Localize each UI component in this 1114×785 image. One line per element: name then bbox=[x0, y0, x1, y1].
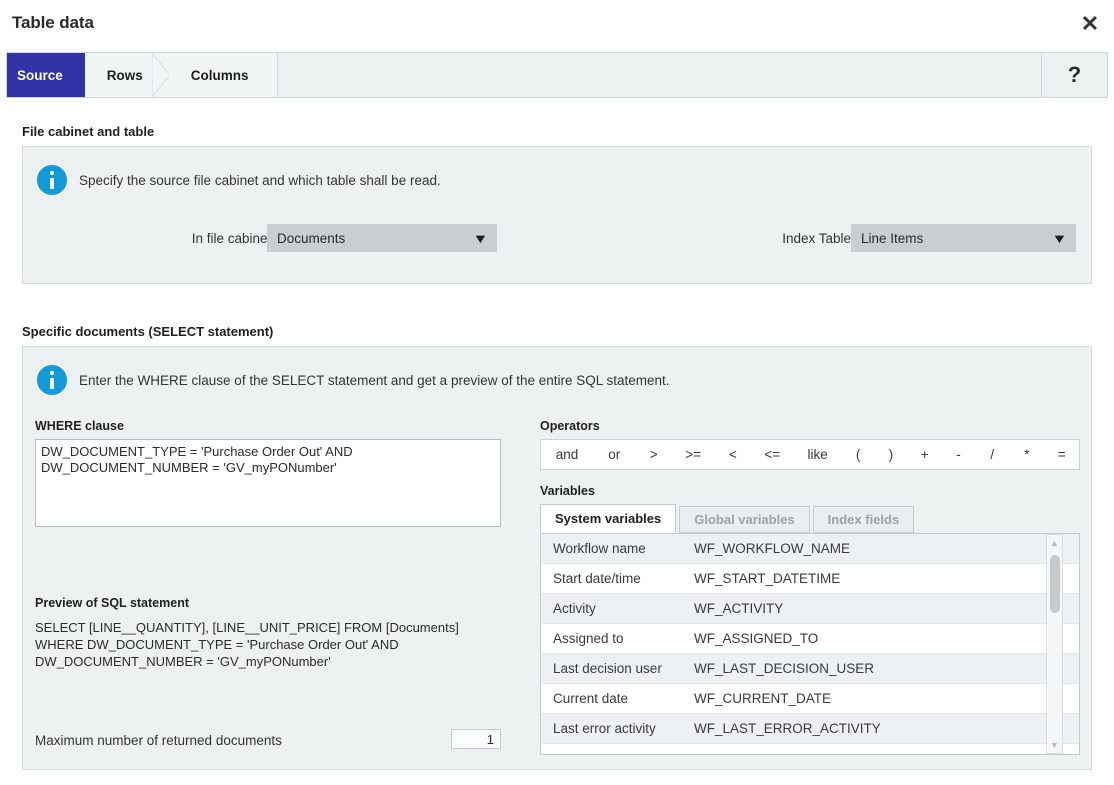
max-documents-input[interactable]: 1 bbox=[451, 729, 501, 749]
where-clause-input[interactable]: DW_DOCUMENT_TYPE = 'Purchase Order Out' … bbox=[35, 439, 501, 527]
file-cabinet-section-heading: File cabinet and table bbox=[22, 124, 155, 139]
chevron-down-icon: ▼ bbox=[1051, 230, 1068, 246]
tab-columns-label: Columns bbox=[190, 67, 249, 83]
operator-button-like[interactable]: like bbox=[794, 447, 842, 462]
variables-table-row[interactable]: Workflow name WF_WORKFLOW_NAME bbox=[541, 534, 1079, 564]
file-cabinet-label: In file cabinet: bbox=[191, 231, 275, 246]
index-table-select-value: Line Items bbox=[861, 230, 924, 246]
operator-button-[interactable]: <= bbox=[751, 447, 793, 462]
variables-label: Variables bbox=[540, 484, 595, 498]
operator-button-or[interactable]: or bbox=[593, 447, 635, 462]
specific-documents-section-heading: Specific documents (SELECT statement) bbox=[22, 324, 274, 339]
variables-table-row[interactable]: Assigned to WF_ASSIGNED_TO bbox=[541, 624, 1079, 654]
operator-button-[interactable]: * bbox=[1010, 447, 1045, 462]
tab-rows[interactable]: Rows bbox=[84, 53, 170, 97]
variable-name: Workflow name bbox=[553, 541, 646, 556]
wizard-tabs: Source Rows Columns bbox=[7, 53, 277, 97]
specific-documents-info-text: Enter the WHERE clause of the SELECT sta… bbox=[79, 373, 670, 388]
file-cabinet-info-text: Specify the source file cabinet and whic… bbox=[79, 173, 441, 188]
variable-name: Last error activity bbox=[553, 721, 656, 736]
variable-code: WF_ACTIVITY bbox=[694, 601, 784, 616]
max-documents-label: Maximum number of returned documents bbox=[35, 733, 282, 748]
tab-source[interactable]: Source bbox=[7, 53, 86, 97]
where-clause-label: WHERE clause bbox=[35, 419, 124, 433]
info-icon-dot bbox=[50, 171, 54, 175]
window-titlebar: Table data ✕ bbox=[0, 0, 1114, 48]
info-icon-stem bbox=[50, 178, 54, 189]
preview-sql-text: SELECT [LINE__QUANTITY], [LINE__UNIT_PRI… bbox=[35, 620, 459, 669]
file-cabinet-select-value: Documents bbox=[277, 230, 346, 246]
file-cabinet-select[interactable]: Documents ▼ bbox=[267, 224, 497, 252]
tab-rows-label: Rows bbox=[106, 67, 143, 83]
chevron-right-icon bbox=[151, 53, 170, 97]
variable-code: WF_LAST_ERROR_ACTIVITY bbox=[694, 721, 881, 736]
close-icon[interactable]: ✕ bbox=[1076, 10, 1104, 38]
tab-columns[interactable]: Columns bbox=[168, 53, 277, 97]
variables-table-row[interactable]: Current date WF_CURRENT_DATE bbox=[541, 684, 1079, 714]
variables-tab-index-fields[interactable]: Index fields bbox=[812, 506, 915, 533]
variable-name: Assigned to bbox=[553, 631, 624, 646]
variable-code: WF_LAST_DECISION_USER bbox=[694, 661, 875, 676]
variable-name: Current date bbox=[553, 691, 629, 706]
operator-button-[interactable]: ( bbox=[842, 447, 875, 462]
info-icon-stem bbox=[50, 378, 54, 389]
operator-button-and[interactable]: and bbox=[541, 447, 593, 462]
variables-scrollbar[interactable]: ▲ ▼ bbox=[1046, 534, 1063, 754]
variables-table: Workflow name WF_WORKFLOW_NAME Start date/… bbox=[540, 533, 1080, 755]
variable-code: WF_ASSIGNED_TO bbox=[694, 631, 819, 646]
info-icon bbox=[37, 365, 67, 395]
variables-table-row[interactable]: Start date/time WF_START_DATETIME bbox=[541, 564, 1079, 594]
tabstrip-filler bbox=[276, 53, 1041, 97]
operator-button-[interactable]: - bbox=[942, 447, 975, 462]
variables-table-row[interactable]: Last error activity WF_LAST_ERROR_ACTIVIT… bbox=[541, 714, 1079, 744]
chevron-down-icon: ▼ bbox=[472, 230, 489, 246]
variable-code: WF_WORKFLOW_NAME bbox=[694, 541, 851, 556]
operator-button-[interactable]: / bbox=[975, 447, 1010, 462]
specific-documents-panel: Enter the WHERE clause of the SELECT sta… bbox=[22, 346, 1092, 770]
operator-button-[interactable]: >= bbox=[672, 447, 714, 462]
triangle-down-icon[interactable]: ▼ bbox=[1047, 737, 1062, 753]
info-icon-dot bbox=[50, 371, 54, 375]
variable-name: Last decision user bbox=[553, 661, 662, 676]
page-title: Table data bbox=[12, 13, 94, 32]
chevron-right-icon bbox=[67, 53, 86, 97]
operator-button-[interactable]: > bbox=[635, 447, 672, 462]
operator-button-[interactable]: < bbox=[714, 447, 751, 462]
variables-table-row[interactable]: Activity WF_ACTIVITY bbox=[541, 594, 1079, 624]
variable-code: WF_CURRENT_DATE bbox=[694, 691, 832, 706]
scrollbar-thumb[interactable] bbox=[1050, 555, 1060, 613]
index-table-select[interactable]: Line Items ▼ bbox=[851, 224, 1076, 252]
variable-name: Activity bbox=[553, 601, 596, 616]
help-button[interactable]: ? bbox=[1041, 53, 1107, 97]
variables-table-row[interactable]: Last decision user WF_LAST_DECISION_USER bbox=[541, 654, 1079, 684]
operator-button-[interactable]: = bbox=[1044, 447, 1079, 462]
operator-button-[interactable]: ) bbox=[875, 447, 908, 462]
file-cabinet-panel: Specify the source file cabinet and whic… bbox=[22, 146, 1092, 284]
variable-code: WF_START_DATETIME bbox=[694, 571, 841, 586]
info-icon bbox=[37, 165, 67, 195]
variable-name: Start date/time bbox=[553, 571, 641, 586]
operators-bar: and or > >= < <= like() + - / * = bbox=[540, 439, 1080, 470]
operator-button-[interactable]: + bbox=[907, 447, 942, 462]
tab-source-label: Source bbox=[17, 67, 63, 83]
preview-sql-label: Preview of SQL statement bbox=[35, 596, 189, 610]
index-table-label: Index Table bbox=[782, 231, 851, 246]
wizard-tabstrip: Source Rows Columns ? bbox=[6, 52, 1108, 98]
variables-tabs: System variables Global variables Index fi… bbox=[540, 504, 1080, 533]
variables-tab-system-variables[interactable]: System variables bbox=[540, 504, 677, 533]
variables-tab-global-variables[interactable]: Global variables bbox=[679, 506, 810, 533]
operators-label: Operators bbox=[540, 419, 600, 433]
triangle-up-icon[interactable]: ▲ bbox=[1047, 535, 1062, 551]
